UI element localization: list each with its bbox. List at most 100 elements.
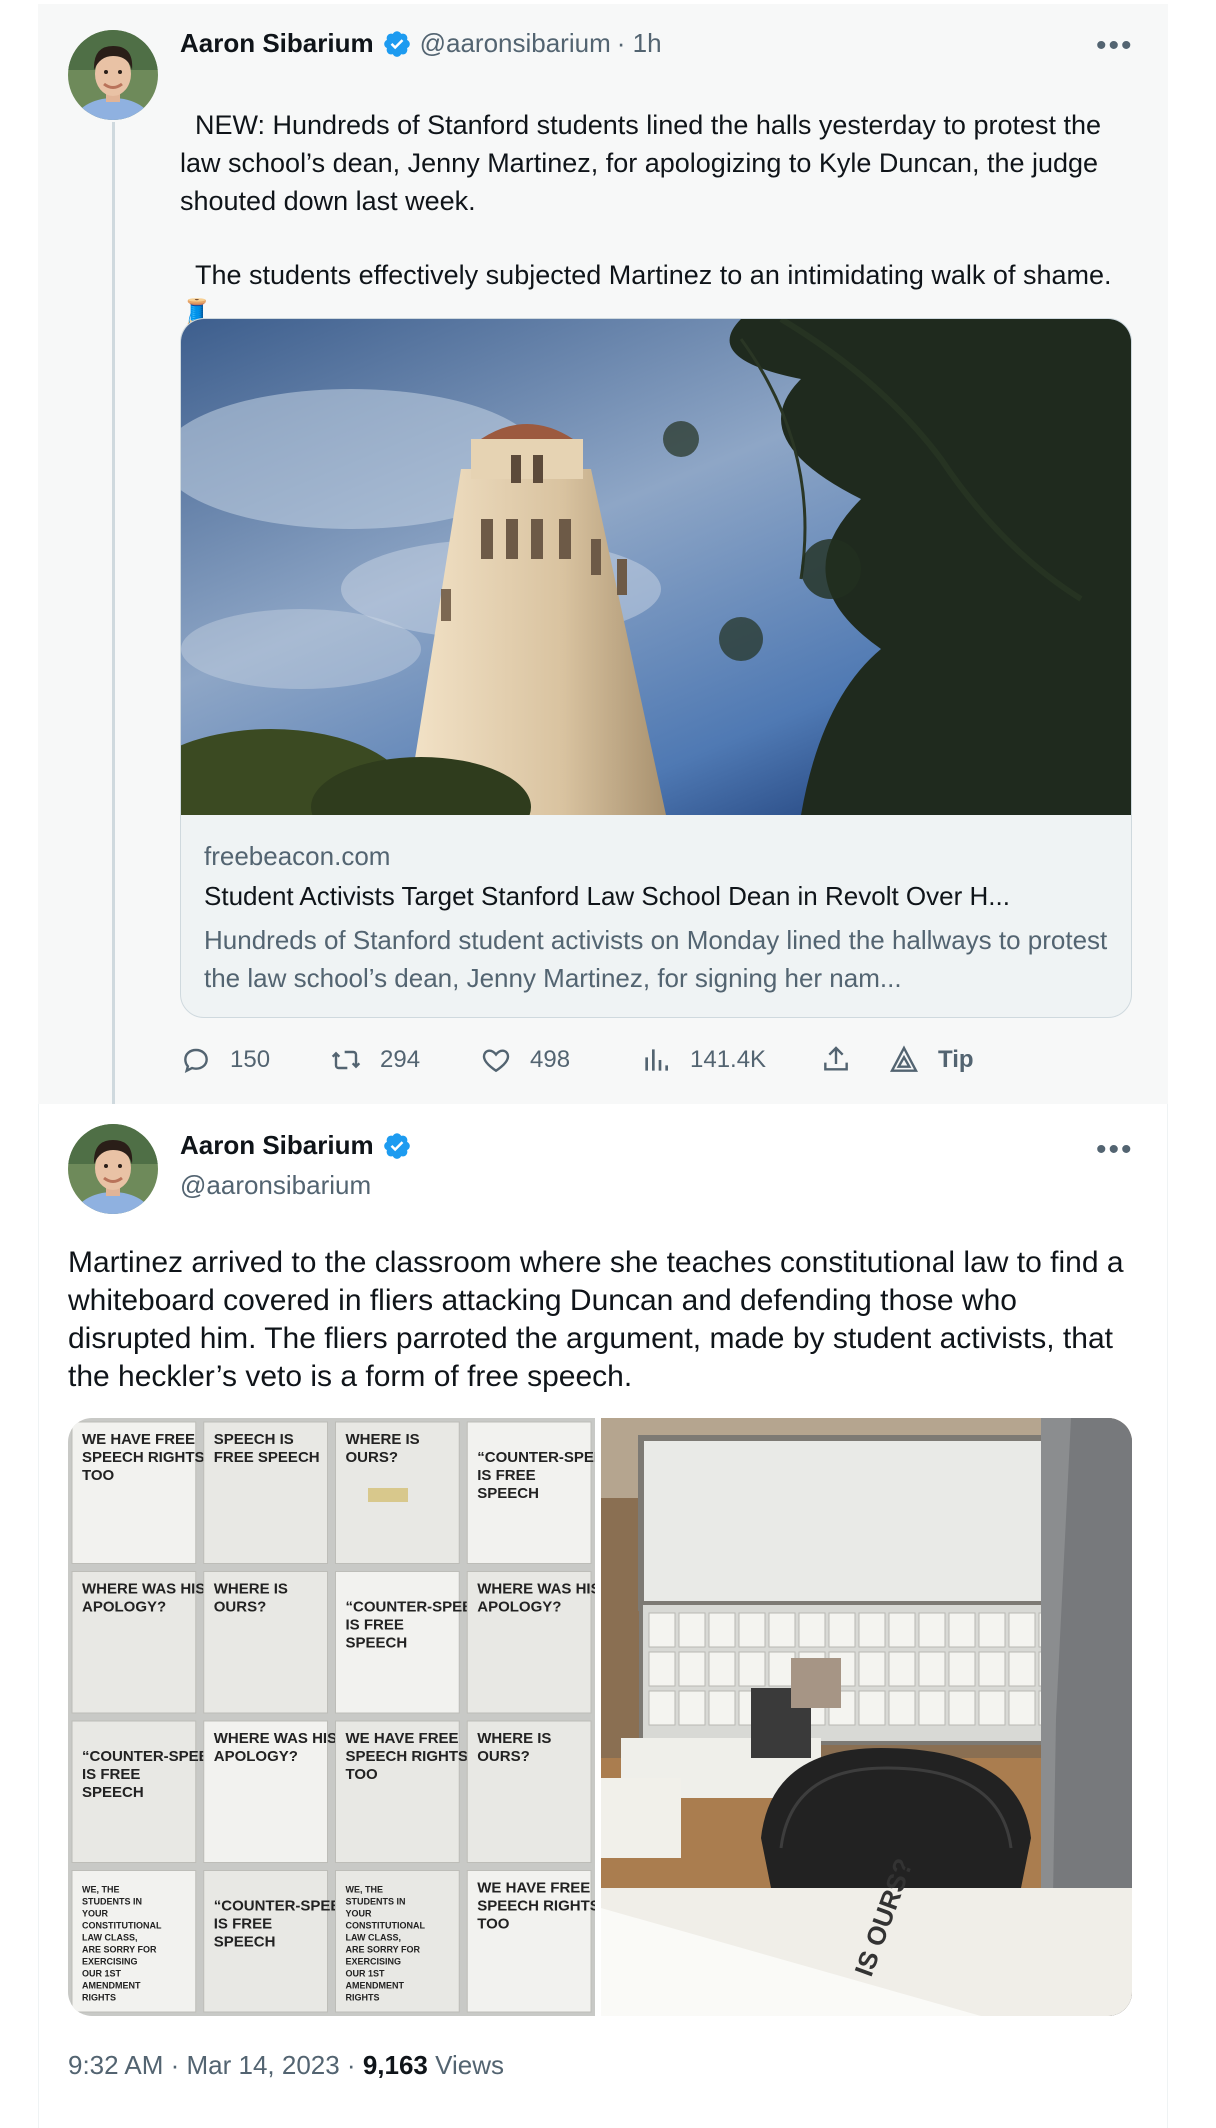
tweet-timestamp[interactable]: 9:32 AM · Mar 14, 2023 · xyxy=(68,2050,356,2080)
flier: WHERE WAS HISAPOLOGY? xyxy=(466,1571,595,1714)
flier: WE, THE STUDENTS IN YOUR CONSTITUTIONAL LAW … xyxy=(335,1870,460,2013)
flier-text: WE HAVE FREE xyxy=(82,1431,195,1448)
flier-text: APOLOGY? xyxy=(214,1748,298,1765)
flier-text: APOLOGY? xyxy=(477,1599,561,1616)
flier-text: AMENDMENT xyxy=(346,1981,405,1991)
flier: WE, THE STUDENTS IN YOUR CONSTITUTIONAL LAW … xyxy=(71,1870,197,2013)
flier-text: CONSTITUTIONAL xyxy=(82,1921,162,1931)
flier-text: TOO xyxy=(477,1916,510,1933)
tweet-text-2: The students effectively subjected Marti… xyxy=(180,218,1140,332)
flier-text: SPEECH IS xyxy=(214,1431,294,1448)
verified-badge-icon xyxy=(382,29,412,59)
flier-text: OURS? xyxy=(477,1748,530,1765)
views-button[interactable]: 141.4K xyxy=(640,1044,766,1076)
flier-text: “COUNTER-SPEECH” xyxy=(477,1449,595,1466)
flier: WHERE ISOURS? xyxy=(203,1571,328,1714)
flier: WHERE WAS HISAPOLOGY? xyxy=(71,1571,205,1714)
reply-icon xyxy=(184,1048,208,1073)
tip-button[interactable]: Tip xyxy=(888,1044,974,1076)
media-image-classroom[interactable]: IS OURS? xyxy=(601,1418,1132,2016)
author-display-name[interactable]: Aaron Sibarium xyxy=(180,1130,374,1161)
flier-text: SPEECH RIGHTS xyxy=(346,1748,469,1765)
views-bar-chart-icon xyxy=(645,1049,668,1071)
flier: WHERE ISOURS? xyxy=(466,1720,592,1863)
avatar-image xyxy=(68,1124,158,1214)
flier-text: LAW CLASS, xyxy=(346,1933,402,1943)
tweet-author-row: Aaron Sibarium xyxy=(180,1130,412,1161)
flier-text: LAW CLASS, xyxy=(82,1933,138,1943)
link-description: Hundreds of Stanford student activists o… xyxy=(204,925,1108,993)
link-preview-card[interactable]: freebeacon.com Student Activists Target … xyxy=(180,318,1132,1018)
flier-text: SPEECH RIGHTS xyxy=(477,1898,595,1915)
heart-icon xyxy=(482,1049,510,1073)
reply-button[interactable]: 150 xyxy=(180,1044,270,1076)
author-display-name[interactable]: Aaron Sibarium xyxy=(180,28,374,59)
verified-badge-icon xyxy=(382,1131,412,1161)
reply-count: 150 xyxy=(230,1046,271,1073)
tweet-views-count: 9,163 xyxy=(362,2050,428,2080)
flier-text: WHERE IS xyxy=(214,1581,288,1598)
flier-text: WHERE IS xyxy=(346,1431,420,1448)
flier-text: SPEECH xyxy=(214,1934,276,1951)
avatar-image xyxy=(68,30,158,120)
flier: WE HAVE FREESPEECH RIGHTSTOO xyxy=(71,1421,205,1564)
tweet-text-paragraph-1: NEW: Hundreds of Stanford students lined… xyxy=(180,110,1109,216)
tweet-media-grid: WE HAVE FREE SPEECH RIGHTS TOO SPEECH IS FRE… xyxy=(68,1418,1132,2016)
flier-text: WE, THE xyxy=(346,1885,384,1895)
flier-text: IS FREE xyxy=(346,1617,404,1634)
flier-text: YOUR xyxy=(346,1909,373,1919)
author-handle[interactable]: @aaronsibarium xyxy=(420,28,611,59)
flier-text: WHERE WAS HIS xyxy=(82,1581,205,1598)
flier-text: IS FREE xyxy=(214,1916,272,1933)
flier-text: IS FREE xyxy=(477,1467,535,1484)
flier: WHERE WAS HISAPOLOGY? xyxy=(203,1720,337,1863)
thread-connector-line xyxy=(112,122,115,1118)
tweet-time[interactable]: · 1h xyxy=(617,28,662,59)
like-button[interactable]: 498 xyxy=(480,1044,570,1076)
flier-text: SPEECH xyxy=(477,1485,539,1502)
flier-text: TOO xyxy=(82,1467,115,1484)
retweet-icon xyxy=(331,1050,361,1070)
tweet-text: Martinez arrived to the classroom where … xyxy=(68,1246,1132,1393)
flier-text: IS FREE xyxy=(82,1766,140,1783)
retweet-count: 294 xyxy=(380,1046,421,1073)
share-button[interactable] xyxy=(820,1044,870,1076)
views-count: 141.4K xyxy=(690,1046,767,1073)
flier-text: SPEECH xyxy=(82,1784,144,1801)
avatar[interactable] xyxy=(68,30,158,120)
flier-text: OURS? xyxy=(214,1599,267,1616)
flier-text: STUDENTS IN xyxy=(82,1897,142,1907)
flier-text: WHERE IS xyxy=(477,1730,551,1747)
flier-text: ARE SORRY FOR xyxy=(346,1945,421,1955)
link-title[interactable]: Student Activists Target Stanford Law Sc… xyxy=(204,881,1010,912)
flier-text: STUDENTS IN xyxy=(346,1897,406,1907)
flier-text: WE, THE xyxy=(82,1885,120,1895)
flier: “COUNTER-SPEECH”IS FREESPEECH xyxy=(466,1421,595,1564)
link-preview-image xyxy=(181,319,1131,815)
retweet-button[interactable]: 294 xyxy=(330,1044,420,1076)
link-domain: freebeacon.com xyxy=(204,841,391,871)
flier-text: WE HAVE FREE xyxy=(477,1880,590,1897)
flier-text: SPEECH xyxy=(346,1635,408,1652)
flier: WE HAVE FREESPEECH RIGHTSTOO xyxy=(335,1720,469,1863)
flier-text: WHERE WAS HIS xyxy=(477,1581,595,1598)
tweet-author-row: Aaron Sibarium @aaronsibarium · 1h xyxy=(180,28,662,59)
flier-text: APOLOGY? xyxy=(82,1599,166,1616)
media-image-fliers[interactable]: WE HAVE FREESPEECH RIGHTSTOOSPEECH ISFRE… xyxy=(68,1418,595,2016)
flier-text: AMENDMENT xyxy=(82,1981,141,1991)
flier-text: EXERCISING xyxy=(346,1957,402,1967)
tweet-action-bar: 150 294 498 141.4K Tip xyxy=(180,1044,980,1084)
tweet-text: NEW: Hundreds of Stanford students lined… xyxy=(180,68,1140,220)
flier: SPEECH ISFREE SPEECH xyxy=(203,1421,328,1564)
more-options-ellipsis-icon[interactable]: ••• xyxy=(1096,31,1134,61)
flier-text: SPEECH RIGHTS xyxy=(82,1449,205,1466)
avatar[interactable] xyxy=(68,1124,158,1214)
more-options-ellipsis-icon[interactable]: ••• xyxy=(1096,1135,1134,1165)
flier-text: YOUR xyxy=(82,1909,109,1919)
flier-text: FREE SPEECH xyxy=(214,1449,320,1466)
flier-text: WHERE WAS HIS xyxy=(214,1730,337,1747)
flier-text: WE HAVE FREE xyxy=(346,1730,459,1747)
flier-text: OUR 1ST xyxy=(346,1969,386,1979)
flier-text: TOO xyxy=(346,1766,379,1783)
author-handle[interactable]: @aaronsibarium xyxy=(180,1170,371,1201)
